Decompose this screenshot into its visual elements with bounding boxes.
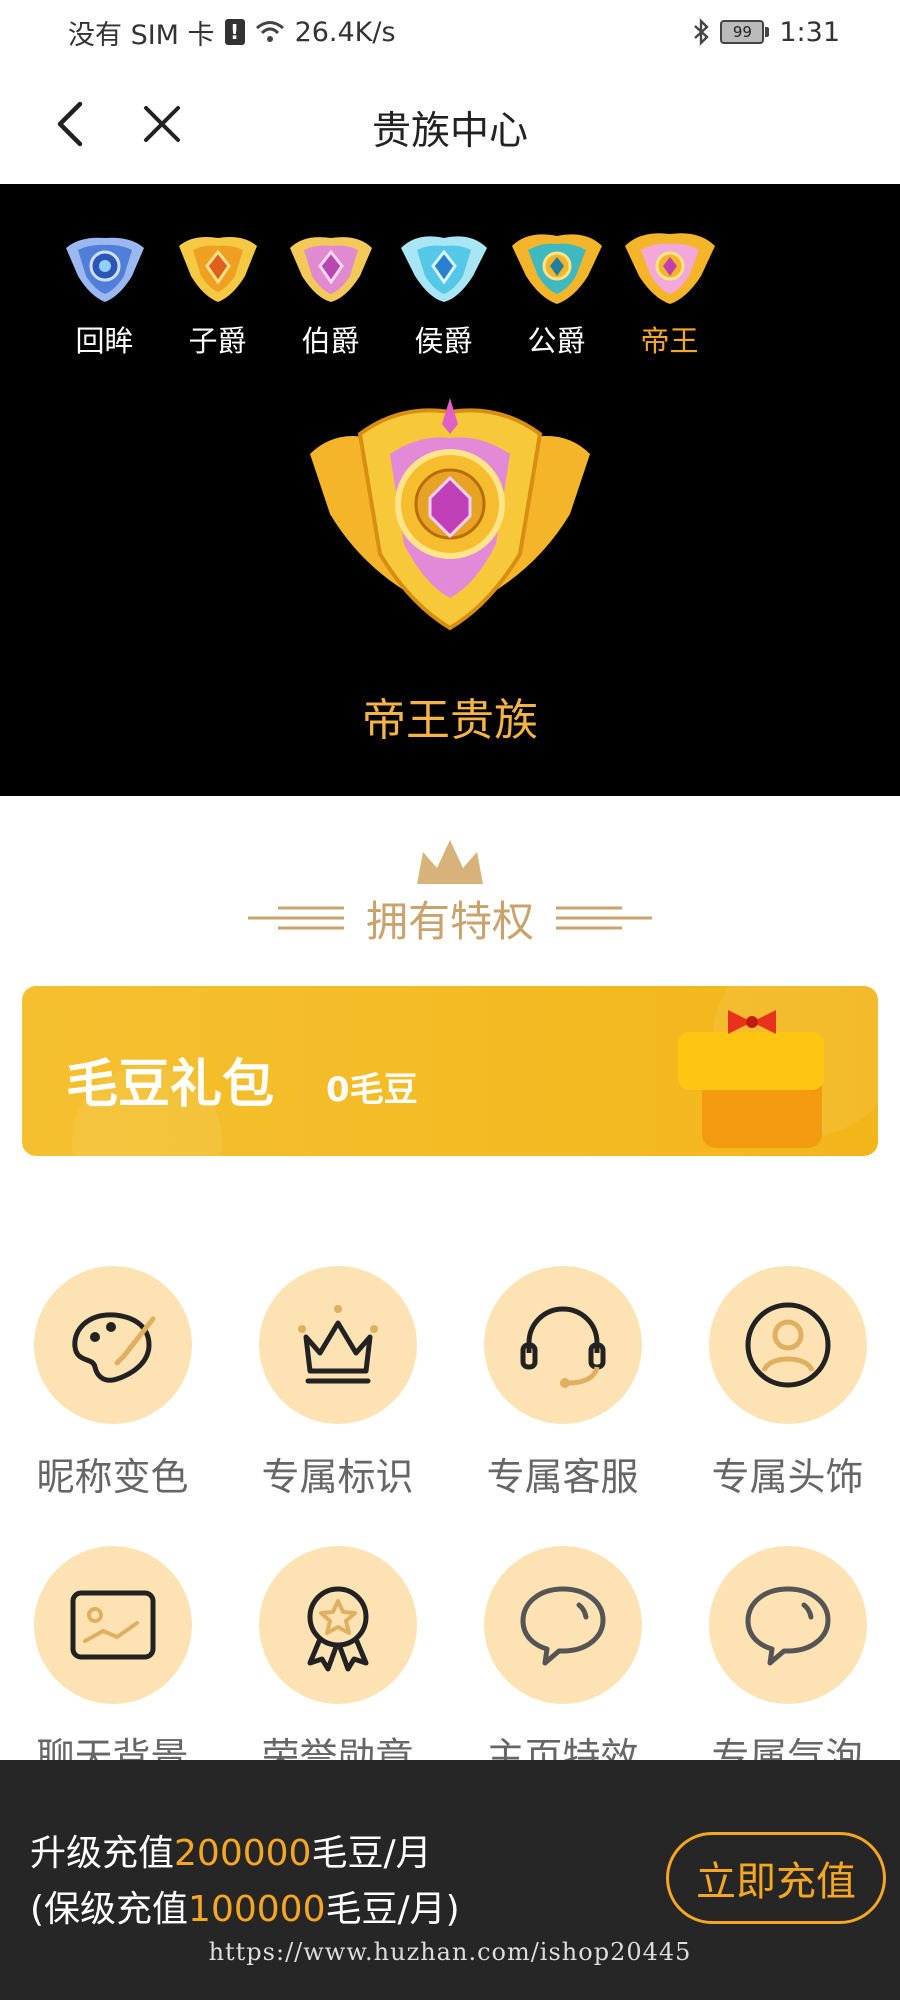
gift-box-icon bbox=[678, 1010, 824, 1148]
perks-row: 昵称变色 专属标识 专属客服 专属头饰 bbox=[0, 1266, 900, 1546]
gift-name: 毛豆礼包 bbox=[66, 1055, 275, 1115]
level-label: 伯爵 bbox=[301, 324, 360, 358]
perk-exclusive-headwear[interactable]: 专属头饰 bbox=[675, 1266, 900, 1546]
battery-level: 99 bbox=[720, 20, 765, 44]
battery-icon: 99 bbox=[720, 20, 770, 44]
medal-icon bbox=[307, 1586, 368, 1672]
pink-badge-icon bbox=[289, 237, 372, 302]
decorative-lines-icon bbox=[556, 906, 652, 930]
perk-label: 昵称变色 bbox=[36, 1455, 189, 1499]
level-tabs: 回眸 子爵 伯爵 侯爵 公爵 帝王 bbox=[48, 226, 726, 360]
page-title: 贵族中心 bbox=[371, 109, 528, 154]
headset-icon bbox=[520, 1306, 605, 1388]
chat-bubble-icon bbox=[745, 1586, 830, 1666]
emperor-badge-icon bbox=[310, 398, 590, 631]
privileges-title: 拥有特权 bbox=[365, 897, 534, 946]
network-speed: 26.4K/s bbox=[294, 16, 396, 48]
palette-icon bbox=[71, 1312, 155, 1383]
keep-unit: 毛豆/月) bbox=[325, 1889, 460, 1930]
sim-alert-icon: ! bbox=[224, 19, 245, 45]
gift-amount: 0毛豆 bbox=[326, 1070, 418, 1110]
gold-pink-badge-icon bbox=[624, 233, 715, 304]
level-tab-gongjue[interactable]: 公爵 bbox=[500, 226, 613, 360]
orange-badge-icon bbox=[178, 237, 257, 302]
crown-icon bbox=[297, 1305, 378, 1384]
level-tab-houjue[interactable]: 侯爵 bbox=[387, 226, 500, 360]
upgrade-prefix: 升级充值 bbox=[30, 1833, 175, 1874]
noble-hero: 回眸 子爵 伯爵 侯爵 公爵 帝王 帝王贵族 bbox=[0, 184, 900, 796]
perk-exclusive-service[interactable]: 专属客服 bbox=[450, 1266, 675, 1546]
perk-label: 专属客服 bbox=[486, 1455, 639, 1499]
recharge-bar: 升级充值200000毛豆/月 (保级充值100000毛豆/月) 立即充值 htt… bbox=[0, 1760, 900, 2000]
perk-exclusive-badge[interactable]: 专属标识 bbox=[225, 1266, 450, 1546]
perks-grid: 昵称变色 专属标识 专属客服 专属头饰 聊天背景 荣誉勋章 主页特效 专属气泡 bbox=[0, 1266, 900, 1826]
bluetooth-icon bbox=[694, 18, 710, 46]
level-tab-huimou[interactable]: 回眸 bbox=[48, 226, 161, 360]
nav-bar: 贵族中心 bbox=[0, 64, 900, 184]
level-tab-zijue[interactable]: 子爵 bbox=[161, 226, 274, 360]
avatar-icon bbox=[745, 1302, 830, 1388]
level-label: 侯爵 bbox=[414, 324, 473, 358]
upgrade-amount: 200000 bbox=[174, 1833, 312, 1874]
level-label: 回眸 bbox=[75, 324, 134, 358]
status-left: 没有 SIM 卡 ! 26.4K/s bbox=[68, 13, 396, 52]
image-icon bbox=[70, 1590, 155, 1660]
keep-level-requirement: (保级充值100000毛豆/月) bbox=[30, 1880, 460, 1932]
cyan-badge-icon bbox=[400, 236, 487, 302]
chat-bubble-icon bbox=[520, 1586, 605, 1666]
perk-label: 专属头饰 bbox=[711, 1455, 864, 1499]
recharge-now-button[interactable]: 立即充值 bbox=[666, 1832, 886, 1924]
level-label: 帝王 bbox=[640, 324, 699, 358]
privileges-header: 拥有特权 bbox=[0, 834, 900, 946]
wifi-icon bbox=[255, 21, 284, 42]
level-tab-diwang[interactable]: 帝王 bbox=[613, 226, 726, 360]
clock: 1:31 bbox=[779, 16, 840, 48]
perk-label: 专属标识 bbox=[261, 1455, 414, 1499]
blue-badge-icon bbox=[65, 237, 144, 302]
status-right: 99 1:31 bbox=[692, 17, 840, 48]
perk-nickname-color[interactable]: 昵称变色 bbox=[0, 1266, 225, 1546]
status-bar: 没有 SIM 卡 ! 26.4K/s 99 1:31 bbox=[0, 0, 900, 64]
upgrade-unit: 毛豆/月 bbox=[311, 1833, 432, 1874]
noble-title: 帝王贵族 bbox=[362, 695, 538, 746]
crown-icon bbox=[417, 840, 483, 884]
gift-package-card[interactable]: 毛豆礼包 0毛豆 bbox=[22, 986, 878, 1156]
keep-prefix: (保级充值 bbox=[30, 1889, 189, 1930]
keep-amount: 100000 bbox=[188, 1889, 326, 1930]
watermark-text: https://www.huzhan.com/ishop20445 bbox=[208, 1938, 692, 1966]
carrier-text: 没有 SIM 卡 bbox=[68, 19, 215, 51]
upgrade-requirement: 升级充值200000毛豆/月 bbox=[30, 1824, 432, 1876]
gold-teal-badge-icon bbox=[511, 234, 602, 304]
level-label: 公爵 bbox=[527, 324, 586, 358]
level-label: 子爵 bbox=[188, 324, 247, 358]
level-tab-bojue[interactable]: 伯爵 bbox=[274, 226, 387, 360]
